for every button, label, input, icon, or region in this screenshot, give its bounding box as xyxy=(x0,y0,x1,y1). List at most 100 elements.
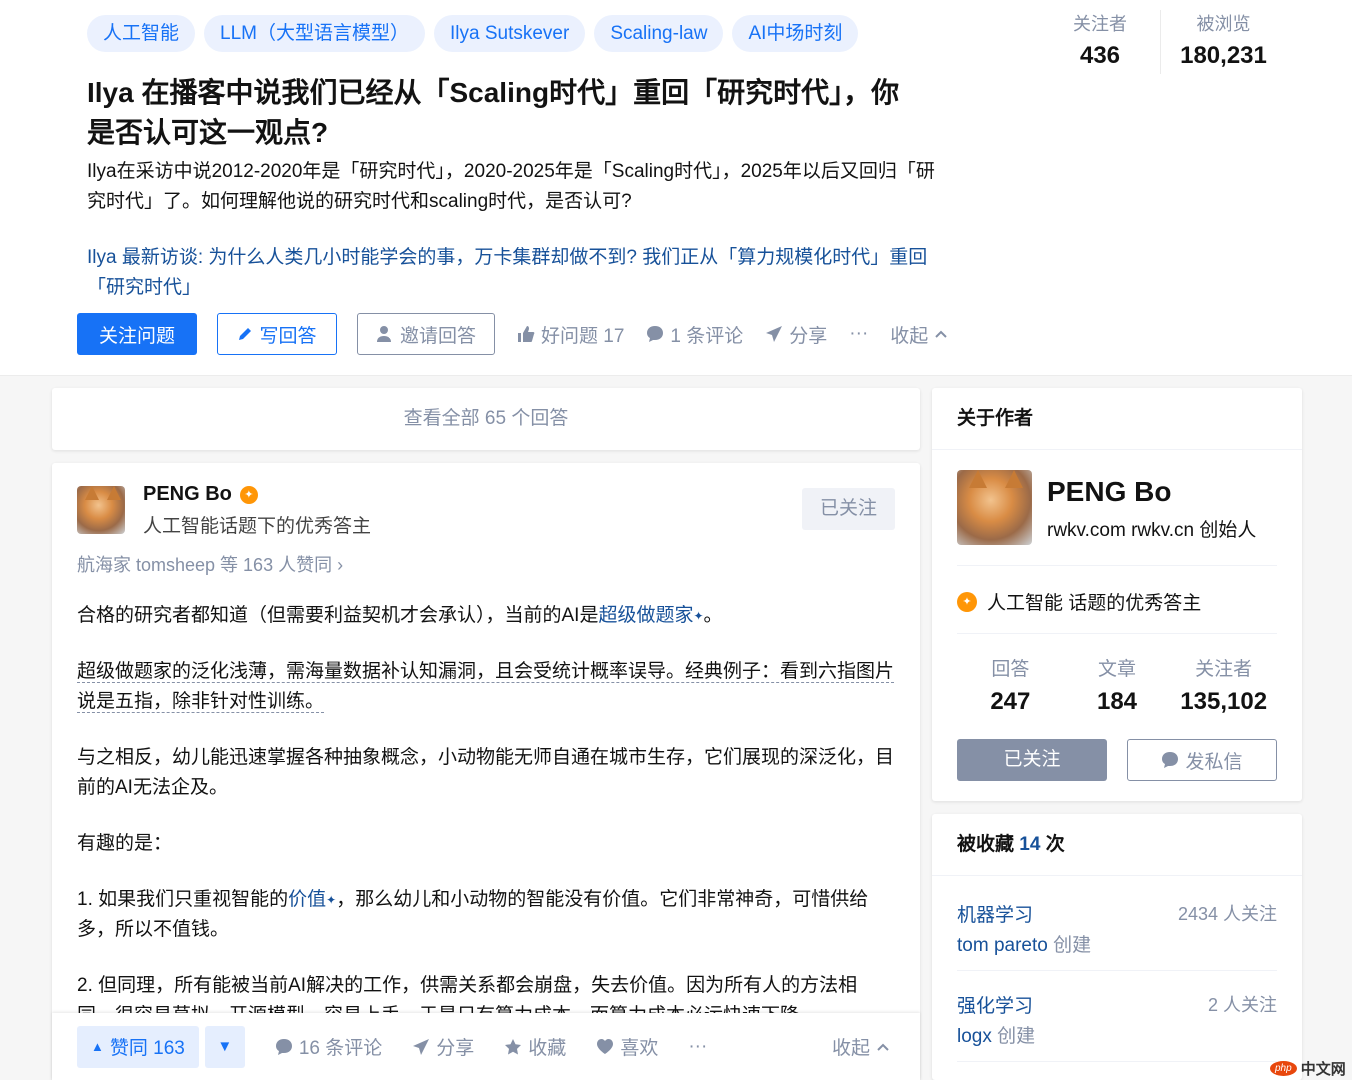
keyword-link[interactable]: 价值 xyxy=(288,889,326,910)
paragraph-text: 。 xyxy=(703,605,723,626)
downvote-button[interactable]: ▼ xyxy=(204,1025,245,1068)
chevron-up-icon xyxy=(877,1043,889,1051)
stat-label: 回答 xyxy=(991,659,1030,680)
watermark-logo: php xyxy=(1270,1061,1297,1076)
invite-answer-button[interactable]: 邀请回答 xyxy=(357,313,495,355)
answer-comments-button[interactable]: 16 条评论 xyxy=(275,1033,382,1060)
thumbs-up-icon xyxy=(518,326,535,342)
collection-name[interactable]: 机器学习 xyxy=(957,900,1033,927)
question-collapse-label: 收起 xyxy=(890,325,929,347)
answer-action-bar: ▲ 赞同 163 ▼ 16 条评论 分享 收藏 喜欢 ··· 收起 xyxy=(52,1013,920,1080)
topic-tag[interactable]: AI中场时刻 xyxy=(732,15,859,52)
collect-button[interactable]: 收藏 xyxy=(504,1033,566,1060)
author-name-row: PENG Bo ✦ xyxy=(143,483,258,506)
collect-label: 收藏 xyxy=(528,1038,567,1059)
question-comments-button[interactable]: 1 条评论 xyxy=(646,321,743,348)
question-collapse-button[interactable]: 收起 xyxy=(890,321,948,348)
keyword-link[interactable]: 超级做题家 xyxy=(598,605,693,626)
collection-creator-name[interactable]: logx xyxy=(957,1026,992,1047)
author-articles-stat[interactable]: 文章 184 xyxy=(1064,656,1171,720)
collections-count: 14 xyxy=(1019,834,1041,855)
paragraph: 有趣的是： xyxy=(77,833,173,854)
followers-stat[interactable]: 关注者 436 xyxy=(1040,10,1160,74)
voters-summary[interactable]: 航海家 tomsheep 等 163 人赞同 › xyxy=(77,551,343,577)
follow-question-button[interactable]: 关注问题 xyxy=(77,313,197,355)
good-question-label: 好问题 17 xyxy=(541,325,625,347)
question-description: Ilya在采访中说2012-2020年是「研究时代」，2020-2025年是「S… xyxy=(87,161,935,212)
paragraph: 与之相反，幼儿能迅速掌握各种抽象概念，小动物能无师自通在城市生存，它们展现的深泛… xyxy=(77,747,895,798)
upvote-label: 赞同 163 xyxy=(109,1038,185,1059)
answer-share-button[interactable]: 分享 xyxy=(412,1033,474,1060)
topic-tag[interactable]: LLM（大型语言模型） xyxy=(204,15,425,52)
related-article-link[interactable]: Ilya 最新访谈: 为什么人类几小时能学会的事，万卡集群却做不到? 我们正从「… xyxy=(87,243,937,303)
author-followed-button[interactable]: 已关注 xyxy=(802,488,895,530)
author-card-actions: 已关注 发私信 xyxy=(957,739,1277,781)
author-answers-stat[interactable]: 回答 247 xyxy=(957,656,1064,720)
author-name[interactable]: PENG Bo xyxy=(143,483,232,506)
heart-icon xyxy=(597,1038,614,1054)
triangle-up-icon: ▲ xyxy=(91,1039,104,1054)
question-header: 人工智能 LLM（大型语言模型） Ilya Sutskever Scaling-… xyxy=(0,0,1352,376)
chevron-up-icon xyxy=(935,330,948,338)
answer-share-label: 分享 xyxy=(436,1038,475,1059)
stat-label: 文章 xyxy=(1098,659,1137,680)
author-followers-stat[interactable]: 关注者 135,102 xyxy=(1170,656,1277,720)
paragraph-text: 合格的研究者都知道（但需要利益契机才会承认），当前的AI是 xyxy=(77,605,599,626)
collections-card: 被收藏 14 次 机器学习 2434 人关注 tom pareto 创建 强化学… xyxy=(932,814,1302,1080)
like-label: 喜欢 xyxy=(620,1038,659,1059)
voters-text: 航海家 tomsheep 等 163 人赞同 xyxy=(77,555,333,575)
question-share-button[interactable]: 分享 xyxy=(765,321,827,348)
chevron-right-icon: › xyxy=(337,555,344,575)
views-count: 180,231 xyxy=(1180,42,1267,69)
sidebar-followed-button[interactable]: 已关注 xyxy=(957,739,1107,781)
answer-content: 合格的研究者都知道（但需要利益契机才会承认），当前的AI是超级做题家✦。 超级做… xyxy=(77,601,895,1057)
divider xyxy=(957,970,1277,971)
triangle-down-icon: ▼ xyxy=(217,1038,233,1055)
question-more-button[interactable]: ··· xyxy=(849,323,868,345)
sidebar-author-name[interactable]: PENG Bo xyxy=(1047,476,1171,508)
view-all-answers-button[interactable]: 查看全部 65 个回答 xyxy=(52,388,920,450)
answer-collapse-button[interactable]: 收起 xyxy=(832,1033,890,1060)
topic-tag[interactable]: 人工智能 xyxy=(87,15,196,52)
topic-tag[interactable]: Ilya Sutskever xyxy=(433,15,586,52)
excellent-answerer-badge-icon: ✦ xyxy=(239,485,258,504)
followers-count: 436 xyxy=(1079,42,1121,69)
question-actions: 关注问题 写回答 邀请回答 好问题 17 1 条评论 分享 ··· 收起 xyxy=(77,313,948,355)
about-author-title: 关于作者 xyxy=(932,388,1302,450)
comment-icon xyxy=(275,1038,292,1055)
private-message-label: 发私信 xyxy=(1185,751,1243,773)
views-label: 被浏览 xyxy=(1196,14,1251,34)
stat-value: 135,102 xyxy=(1180,688,1268,715)
collection-creator: tom pareto 创建 xyxy=(957,930,1091,957)
divider xyxy=(957,1061,1277,1062)
upvote-button[interactable]: ▲ 赞同 163 xyxy=(77,1025,199,1068)
collections-title-pre: 被收藏 xyxy=(957,834,1015,855)
about-author-card: 关于作者 PENG Bo rwkv.com rwkv.cn 创始人 ✦ 人工智能… xyxy=(932,388,1302,801)
private-message-button[interactable]: 发私信 xyxy=(1127,739,1277,781)
comment-icon xyxy=(647,326,664,342)
collections-title-post: 次 xyxy=(1045,834,1065,855)
followers-label: 关注者 xyxy=(1073,14,1127,34)
good-question-button[interactable]: 好问题 17 xyxy=(517,321,624,348)
collection-creator-name[interactable]: tom pareto xyxy=(957,935,1048,956)
divider xyxy=(957,565,1277,566)
topic-tag[interactable]: Scaling-law xyxy=(594,15,724,52)
author-honor-text: 人工智能 话题的优秀答主 xyxy=(987,593,1202,614)
share-icon xyxy=(766,326,783,342)
question-comments-label: 1 条评论 xyxy=(670,325,744,347)
answer-card: PENG Bo ✦ 人工智能话题下的优秀答主 已关注 航海家 tomsheep … xyxy=(52,463,920,1080)
collection-name[interactable]: 强化学习 xyxy=(957,991,1033,1018)
answer-more-button[interactable]: ··· xyxy=(688,1036,707,1058)
question-title: Ilya 在播客中说我们已经从「Scaling时代」重回「研究时代」，你是否认可… xyxy=(87,77,900,148)
write-answer-button[interactable]: 写回答 xyxy=(217,313,337,355)
like-button[interactable]: 喜欢 xyxy=(596,1033,658,1060)
stat-value: 184 xyxy=(1096,688,1138,715)
author-honor: ✦ 人工智能 话题的优秀答主 xyxy=(957,588,1201,615)
watermark-text: 中文网 xyxy=(1300,1061,1346,1078)
sidebar-author-avatar[interactable] xyxy=(957,470,1032,545)
paragraph-text: 1. 如果我们只重视智能的 xyxy=(77,889,289,910)
author-avatar[interactable] xyxy=(77,486,125,534)
highlighted-text[interactable]: 超级做题家的泛化浅薄，需海量数据补认知漏洞，且会受统计概率误导。经典例子：看到六… xyxy=(77,661,895,713)
answer-comments-label: 16 条评论 xyxy=(298,1038,383,1059)
author-stats: 回答 247 文章 184 关注者 135,102 xyxy=(957,656,1277,720)
